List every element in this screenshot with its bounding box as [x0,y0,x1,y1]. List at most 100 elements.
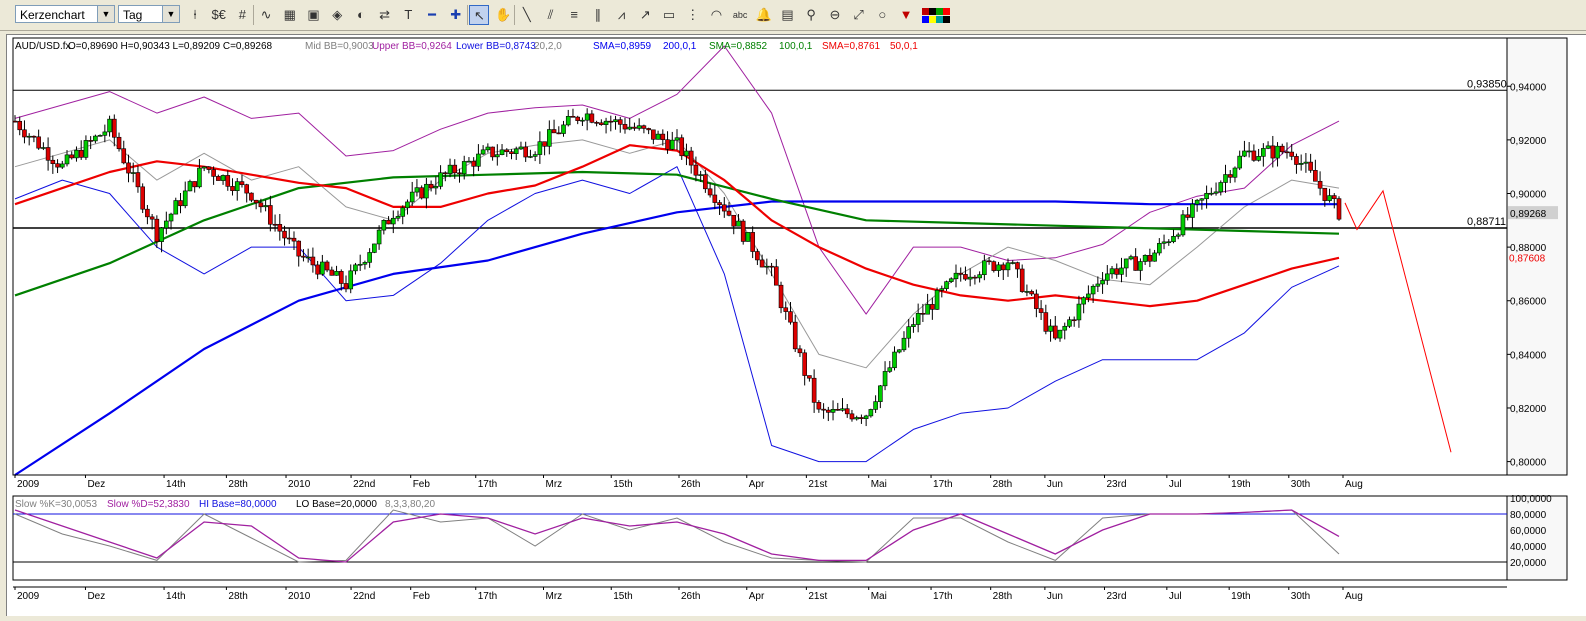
candle-up [1242,150,1247,157]
eraser-icon[interactable]: ◈ [327,5,347,25]
minus-icon[interactable]: ━ [422,5,442,25]
candle-down [253,199,259,204]
arrows-icon[interactable]: ⇄ [375,5,395,25]
candle-down [1000,264,1006,271]
candle-up [934,289,940,310]
x-tick-label: 2009 [17,479,40,490]
candle-down [1308,161,1313,171]
calculator-icon[interactable]: ▤ [778,5,798,25]
arc-icon[interactable]: ◠ [706,5,726,25]
candle-down [140,186,145,210]
candle-up [168,213,174,222]
currency-icon[interactable]: $€ [209,5,229,25]
candle-up [1024,291,1030,293]
candle-down [301,255,306,258]
candle-down [726,210,732,216]
main-plot-area [12,37,1508,476]
text-icon[interactable]: T [398,5,418,25]
candle-up [64,154,70,165]
candle-down [844,408,850,415]
chart-line-icon[interactable]: ∿ [256,5,276,25]
trend-icon[interactable]: ⤢ [849,5,869,25]
x-tick-label: 21st [808,591,827,602]
candle-down [1185,214,1190,218]
stoch-lo-label: LO Base=20,0000 [296,499,377,510]
candle-up [107,118,112,133]
chart-type-select[interactable]: Kerzenchart ▼ [15,5,115,23]
x-tick-label: Apr [749,479,765,490]
interval-value: Tag [123,8,143,22]
main-time-axis[interactable]: 2009 Dez 14th 28th 2010 22nd Feb 17th Mrz 15th 26t… [13,474,1507,490]
candle-up [1232,167,1238,178]
x-tick-label: 26th [681,591,700,602]
colors-icon[interactable] [920,5,950,25]
interval-select[interactable]: Tag ▼ [118,5,180,23]
plus-icon[interactable]: ✚ [446,5,466,25]
cycle-icon[interactable]: ⋮ [683,5,703,25]
x-tick-label: Jun [1047,479,1063,490]
text-tool-icon[interactable]: abc [730,5,750,25]
candle-down [272,223,278,226]
chevron-down-icon[interactable]: ▼ [97,6,114,22]
candle-down [239,181,245,185]
candle-down [419,187,424,199]
y-tick-label: 0,90000 [1510,189,1547,200]
candle-down [1147,255,1153,262]
table-icon[interactable]: ▦ [280,5,300,25]
circle-icon[interactable]: ○ [872,5,892,25]
candle-up [1246,150,1252,153]
candle-up [537,141,543,155]
y-tick-label: 0,82000 [1510,404,1547,415]
bell-icon[interactable]: 🔔 [754,5,774,25]
x-tick-label: Apr [749,591,765,602]
candle-up [1194,199,1200,205]
down-arrow-icon[interactable]: ▼ [896,5,916,25]
candle-down [792,321,798,350]
chart-svg[interactable]: 0,94000 0,92000 0,90000 0,88000 0,86000 0,840… [7,35,1586,616]
stoch-time-axis[interactable]: 2009 Dez 14th 28th 2010 22nd Feb 17th Mrz 15th 26t… [13,586,1507,602]
candle-up [684,150,689,157]
candle-up [513,148,519,154]
x-tick-label: 14th [166,479,185,490]
candle-down [608,120,614,123]
candle-up [234,181,240,191]
x-tick-label: 17th [933,591,952,602]
arrow-icon[interactable]: ↗ [635,5,655,25]
candle-up [944,281,949,289]
candle-up [528,156,533,158]
x-tick-label: Mrz [545,479,562,490]
cursor-icon[interactable]: ↖ [469,5,490,25]
rectangle-icon[interactable]: ▭ [659,5,679,25]
hand-icon[interactable]: ✋ [493,5,513,25]
fibonacci-icon[interactable]: ≡ [564,5,584,25]
grid-icon[interactable]: # [232,5,252,25]
candle-up [102,131,108,136]
candles-icon[interactable]: ⍿ [185,5,205,25]
candle-down [1052,325,1058,339]
candle-up [97,135,103,137]
candle-up [901,337,907,351]
candle-down [471,160,476,167]
image-icon[interactable]: ▣ [304,5,324,25]
zoom-out-icon[interactable]: ⊖ [825,5,845,25]
candle-up [1204,192,1209,200]
fan-icon[interactable]: ⩘ [612,5,632,25]
candle-down [641,125,647,129]
candle-down [575,116,581,121]
candle-up [669,139,675,150]
parallel-icon[interactable]: ⫽ [541,5,561,25]
candle-up [1213,191,1219,194]
y-tick-label: 0,84000 [1510,350,1547,361]
stoch-params-label: 8,3,3,80,20 [385,499,435,510]
palette-icon[interactable]: ◐ [351,5,371,25]
chevron-down-icon[interactable]: ▼ [162,6,179,22]
zoom-icon[interactable]: ⚲ [801,5,821,25]
line-icon[interactable]: ╲ [517,5,537,25]
channel-icon[interactable]: ∥ [588,5,608,25]
chart-frame[interactable]: 0,94000 0,92000 0,90000 0,88000 0,86000 0,840… [6,34,1586,616]
candle-up [159,227,164,242]
candle-up [1223,174,1228,183]
candle-up [878,385,883,402]
candle-down [599,122,604,125]
candle-down [1336,198,1342,220]
